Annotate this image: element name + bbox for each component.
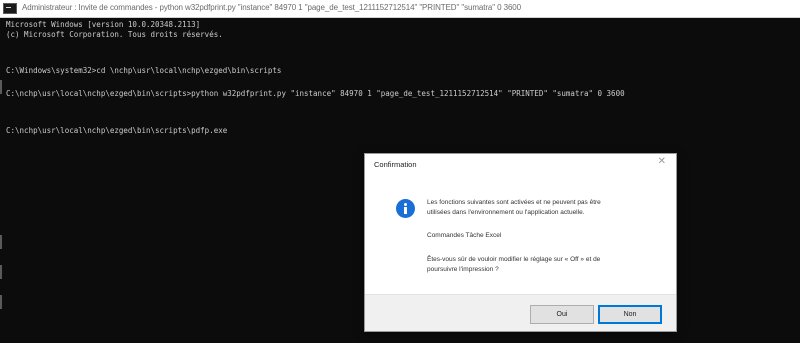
close-icon[interactable]: ✕ [658, 156, 666, 167]
console-line: C:\nchp\usr\local\nchp\ezged\bin\scripts… [6, 89, 625, 98]
console-line: C:\nchp\usr\local\nchp\ezged\bin\scripts… [6, 126, 228, 135]
console-line: (c) Microsoft Corporation. Tous droits r… [6, 30, 223, 39]
dialog-message-line-2: utilisées dans l'environnement ou l'appl… [427, 209, 585, 216]
info-icon [396, 199, 415, 218]
dialog-question-line-1: Êtes-vous sûr de vouloir modifier le rég… [427, 256, 601, 263]
no-button[interactable]: Non [598, 305, 662, 324]
dialog-question-line-2: poursuivre l'impression ? [427, 266, 499, 273]
dialog-message-line-1: Les fonctions suivantes sont activées et… [427, 199, 601, 206]
dialog-title: Confirmation [374, 160, 417, 169]
confirmation-dialog: Confirmation ✕ Les fonctions suivantes s… [364, 153, 677, 332]
yes-button[interactable]: Oui [530, 305, 594, 324]
console-line: Microsoft Windows [version 10.0.20348.21… [6, 20, 201, 29]
gutter-mark [0, 235, 2, 249]
gutter-mark [0, 80, 2, 94]
dialog-feature: Commandes Tâche Excel [427, 232, 502, 239]
console-icon [3, 3, 17, 14]
console-line: C:\Windows\system32>cd \nchp\usr\local\n… [6, 66, 282, 75]
dialog-button-bar: Oui Non [365, 294, 676, 331]
left-gutter [0, 20, 3, 343]
window-title: Administrateur : Invite de commandes - p… [22, 3, 522, 12]
gutter-mark [0, 265, 2, 279]
title-bar[interactable]: Administrateur : Invite de commandes - p… [0, 0, 800, 18]
gutter-mark [0, 295, 2, 309]
